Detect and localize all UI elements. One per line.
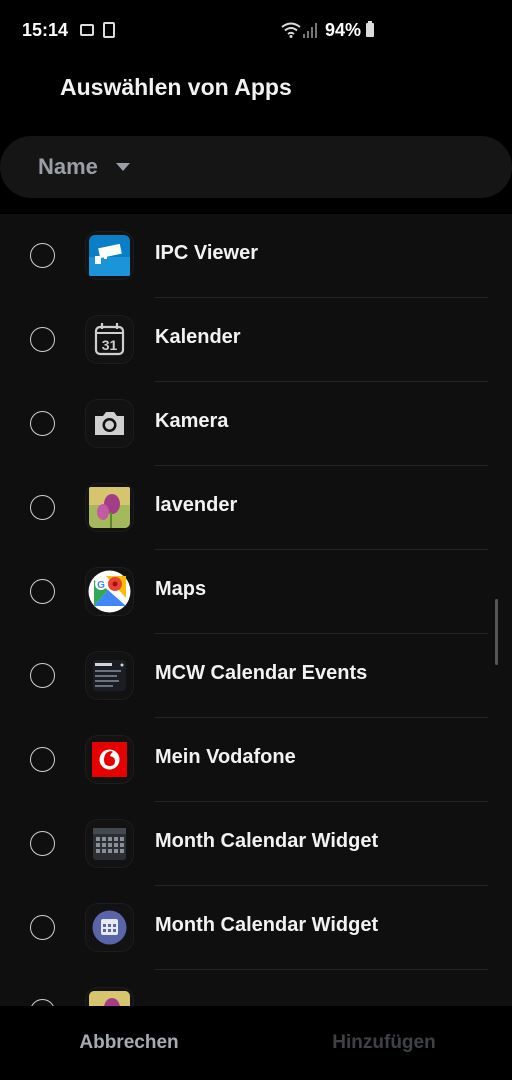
list-item[interactable] xyxy=(0,970,512,1006)
app-list[interactable]: IPC Viewer 31 Kalender Kamera lavender G… xyxy=(0,214,512,1006)
battery-percent: 94% xyxy=(325,20,362,40)
cancel-button[interactable]: Abbrechen xyxy=(60,1026,198,1060)
list-item[interactable]: Month Calendar Widget xyxy=(0,886,512,970)
select-radio[interactable] xyxy=(30,495,55,520)
app-name: MCW Calendar Events xyxy=(155,662,368,684)
app-icon xyxy=(86,988,133,1006)
app-name: IPC Viewer xyxy=(155,242,259,264)
list-item[interactable]: G Maps xyxy=(0,550,512,634)
battery-icon xyxy=(366,21,374,37)
app-name: Month Calendar Widget xyxy=(155,914,379,936)
signal-icon xyxy=(303,23,317,38)
calendar-icon: 31 xyxy=(86,316,133,363)
vibrate-icon xyxy=(103,22,115,38)
app-name: Month Calendar Widget xyxy=(155,830,379,852)
svg-text:G: G xyxy=(97,580,105,591)
camera-icon xyxy=(86,400,133,447)
list-item[interactable]: IPC Viewer xyxy=(0,214,512,298)
list-item[interactable]: MCW Calendar Events xyxy=(0,634,512,718)
add-button[interactable]: Hinzufügen xyxy=(314,1026,454,1060)
select-radio[interactable] xyxy=(30,411,55,436)
app-name: Kalender xyxy=(155,326,241,348)
app-name: lavender xyxy=(155,494,238,516)
list-item[interactable]: Month Calendar Widget xyxy=(0,802,512,886)
app-name: Mein Vodafone xyxy=(155,746,296,768)
maps-icon: G xyxy=(86,568,133,615)
lavender-icon xyxy=(86,484,133,531)
select-radio[interactable] xyxy=(30,579,55,604)
status-bar: 15:14 94% xyxy=(0,0,512,62)
select-radio[interactable] xyxy=(30,831,55,856)
vodafone-icon xyxy=(86,736,133,783)
select-radio[interactable] xyxy=(30,747,55,772)
select-radio[interactable] xyxy=(30,327,55,352)
select-radio[interactable] xyxy=(30,915,55,940)
sort-label: Name xyxy=(38,154,98,179)
select-radio[interactable] xyxy=(30,663,55,688)
select-radio[interactable] xyxy=(30,243,55,268)
list-item[interactable]: Kamera xyxy=(0,382,512,466)
select-radio[interactable] xyxy=(30,999,55,1006)
image-icon xyxy=(80,24,94,36)
list-item[interactable]: Mein Vodafone xyxy=(0,718,512,802)
mcw-calendar-events-icon xyxy=(86,652,133,699)
chevron-down-icon xyxy=(116,163,130,171)
list-item[interactable]: lavender xyxy=(0,466,512,550)
sort-dropdown[interactable]: Name xyxy=(0,136,512,198)
list-item[interactable]: 31 Kalender xyxy=(0,298,512,382)
month-calendar-widget-round-icon xyxy=(86,904,133,951)
scrollbar[interactable] xyxy=(495,599,498,665)
month-calendar-widget-icon xyxy=(86,820,133,867)
ipc-viewer-icon xyxy=(86,232,133,279)
bottom-action-bar: Abbrechen Hinzufügen xyxy=(0,1006,512,1080)
page-title: Auswählen von Apps xyxy=(60,74,292,100)
status-time: 15:14 xyxy=(22,20,69,40)
wifi-icon xyxy=(281,22,301,38)
app-name: Kamera xyxy=(155,410,229,432)
calendar-icon-day: 31 xyxy=(102,337,118,353)
app-name: Maps xyxy=(155,578,207,600)
